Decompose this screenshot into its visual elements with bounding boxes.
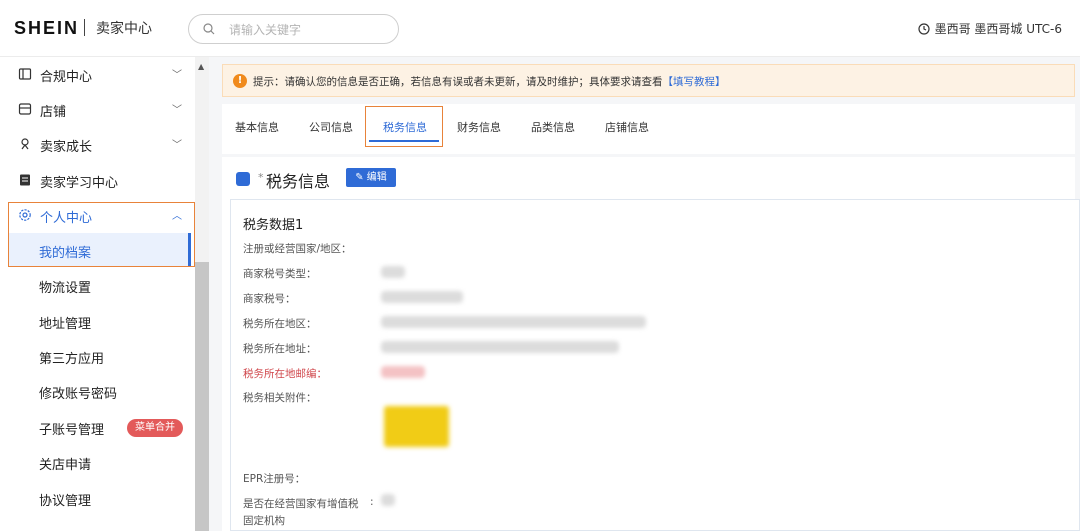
growth-icon	[21, 138, 29, 150]
search-input[interactable]	[229, 20, 389, 40]
sidebar-item-learning[interactable]: 卖家学习中心	[0, 163, 195, 197]
sidebar-subitem-change-password[interactable]: 修改账号密码	[0, 374, 195, 408]
sidebar-item-label: 合规中心	[40, 70, 93, 85]
sidebar-subitem-label: 地址管理	[39, 317, 92, 332]
sidebar-subitem-label: 第三方应用	[39, 352, 105, 367]
sidebar-item-shop[interactable]: 店铺 ﹀	[0, 92, 195, 126]
edit-button-label: 编辑	[366, 172, 387, 183]
field-label-fixed-establishment: 固定机构	[243, 515, 285, 527]
sidebar-item-growth[interactable]: 卖家成长 ﹀	[0, 127, 195, 161]
field-value-tax-id-type	[381, 266, 405, 278]
sidebar-subitem-label: 关店申请	[39, 458, 92, 473]
clock-icon	[918, 22, 930, 35]
annotation-highlight-tab	[365, 106, 443, 147]
edit-button[interactable]: ✎ 编辑	[346, 168, 396, 187]
scroll-up-icon[interactable]: ▲	[198, 62, 204, 71]
field-value-tax-address	[381, 341, 619, 353]
field-label-tax-postcode: 税务所在地邮编：	[243, 368, 327, 380]
field-colon: :	[370, 496, 374, 508]
compliance-icon	[18, 68, 32, 80]
field-label-epr: EPR注册号：	[243, 473, 306, 485]
sidebar-subitem-label: 协议管理	[39, 494, 92, 509]
field-label-vat: 是否在经营国家有增值税	[243, 498, 359, 510]
sidebar-item-label: 店铺	[40, 105, 67, 120]
field-label-tax-id-type: 商家税号类型：	[243, 268, 317, 280]
notice-banner: ! 提示：请确认您的信息是否正确，若信息有误或者未更新，请及时维护；具体要求请查…	[222, 64, 1075, 97]
sidebar-subitem-label: 物流设置	[39, 281, 92, 296]
sidebar-item-label: 卖家学习中心	[40, 176, 119, 191]
logo-divider	[84, 19, 85, 36]
timezone-label: 墨西哥 墨西哥城 UTC-6	[934, 22, 1062, 36]
sidebar-subitem-label: 修改账号密码	[39, 387, 118, 402]
chevron-down-icon: ﹀	[172, 70, 182, 81]
required-marker: *	[258, 171, 264, 184]
sidebar-subitem-label: 子账号管理	[39, 423, 105, 438]
field-value-tax-region	[381, 316, 646, 328]
sidebar-subitem-third-party[interactable]: 第三方应用	[0, 339, 195, 373]
sidebar-subitem-logistics[interactable]: 物流设置	[0, 268, 195, 302]
chevron-down-icon: ﹀	[172, 140, 182, 151]
field-label-country: 注册或经营国家/地区：	[243, 243, 352, 255]
sidebar-item-compliance[interactable]: 合规中心 ﹀	[0, 57, 195, 91]
warning-icon: !	[233, 74, 247, 88]
tab-company-info[interactable]: 公司信息	[309, 119, 353, 135]
tutorial-link[interactable]: 【填写教程】	[663, 76, 726, 88]
field-value-tax-postcode	[381, 366, 425, 378]
annotation-highlight-personal	[8, 202, 195, 267]
search-box[interactable]	[188, 14, 399, 44]
book-icon	[20, 174, 30, 186]
pencil-icon: ✎	[355, 172, 364, 183]
search-icon	[203, 23, 215, 35]
menu-merge-badge: 菜单合并	[127, 419, 183, 437]
sidebar-subitem-agreements[interactable]: 协议管理	[0, 481, 195, 515]
field-label-tax-attachment: 税务相关附件：	[243, 392, 317, 404]
section-icon	[236, 172, 250, 186]
tab-category-info[interactable]: 品类信息	[531, 119, 575, 135]
timezone-selector[interactable]: 墨西哥 墨西哥城 UTC-6	[918, 20, 1062, 37]
tax-data-panel	[230, 199, 1080, 531]
notice-text: 提示：请确认您的信息是否正确，若信息有误或者未更新，请及时维护；具体要求请查看【…	[253, 74, 726, 89]
shop-icon	[18, 103, 32, 115]
attachment-thumbnail[interactable]	[384, 406, 449, 447]
notice-message: 提示：请确认您的信息是否正确，若信息有误或者未更新，请及时维护；具体要求请查看	[253, 76, 663, 88]
field-label-tax-region: 税务所在地区：	[243, 318, 317, 330]
tab-finance-info[interactable]: 财务信息	[457, 119, 501, 135]
field-label-tax-id: 商家税号：	[243, 293, 296, 305]
tab-basic-info[interactable]: 基本信息	[235, 119, 279, 135]
field-label-tax-address: 税务所在地址：	[243, 343, 317, 355]
sidebar-scrollbar-thumb[interactable]	[195, 262, 209, 531]
sidebar-subitem-address[interactable]: 地址管理	[0, 304, 195, 338]
sidebar-subitem-close-store[interactable]: 关店申请	[0, 445, 195, 479]
section-title: 税务信息	[266, 172, 331, 191]
tab-store-info[interactable]: 店铺信息	[605, 119, 649, 135]
logo[interactable]: SHEIN	[14, 18, 79, 39]
tax-data-title: 税务数据1	[243, 218, 304, 233]
app-title: 卖家中心	[96, 21, 152, 37]
sidebar-item-label: 卖家成长	[40, 140, 93, 155]
field-value-vat	[381, 494, 395, 506]
top-bar: SHEIN 卖家中心 墨西哥 墨西哥城 UTC-6	[0, 0, 1080, 57]
field-value-tax-id	[381, 291, 463, 303]
chevron-down-icon: ﹀	[172, 105, 182, 116]
